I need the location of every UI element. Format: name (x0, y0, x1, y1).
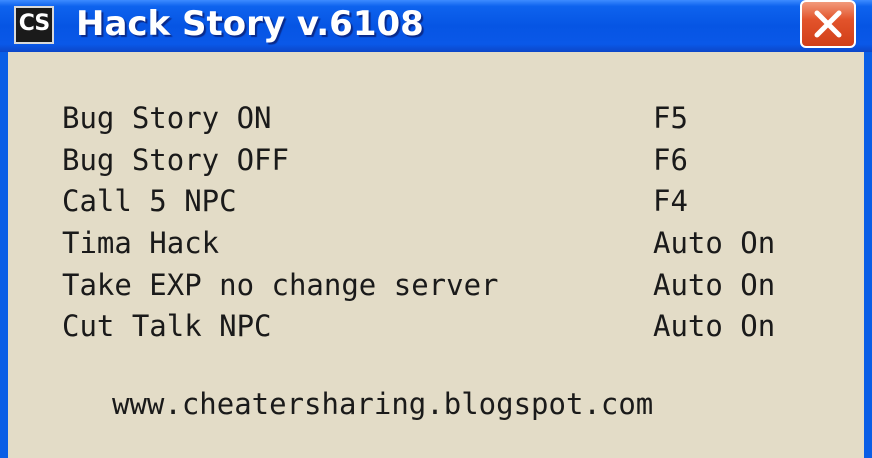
hotkey-row: Tima Hack Auto On (62, 223, 842, 263)
app-window: CS Hack Story v.6108 Bug Story ON F5 Bug… (0, 0, 872, 458)
hotkey-label: Cut Talk NPC (62, 309, 272, 343)
hotkey-key: F6 (653, 143, 688, 177)
client-area: Bug Story ON F5 Bug Story OFF F6 Call 5 … (8, 52, 864, 458)
hotkey-key: Auto On (653, 309, 776, 343)
hotkey-row: Bug Story OFF F6 (62, 140, 842, 180)
hotkey-label: Call 5 NPC (62, 184, 237, 218)
close-button[interactable] (800, 0, 856, 48)
hotkey-key: F5 (653, 101, 688, 135)
hotkey-key: Auto On (653, 226, 776, 260)
hotkey-row: Take EXP no change server Auto On (62, 265, 842, 305)
hotkey-key: Auto On (653, 268, 776, 302)
hotkey-label: Tima Hack (62, 226, 220, 260)
hotkey-row: Cut Talk NPC Auto On (62, 306, 842, 346)
title-bar[interactable]: CS Hack Story v.6108 (0, 0, 872, 52)
hotkey-row: Bug Story ON F5 (62, 98, 842, 138)
app-icon[interactable]: CS (14, 6, 54, 44)
hotkey-label: Bug Story ON (62, 101, 272, 135)
hotkey-key: F4 (653, 184, 688, 218)
window-title: Hack Story v.6108 (76, 4, 424, 44)
hotkey-label: Take EXP no change server (62, 268, 499, 302)
close-x-icon (814, 10, 842, 38)
hotkey-row: Call 5 NPC F4 (62, 181, 842, 221)
website-url: www.cheatersharing.blogspot.com (112, 387, 654, 421)
hotkey-label: Bug Story OFF (62, 143, 289, 177)
